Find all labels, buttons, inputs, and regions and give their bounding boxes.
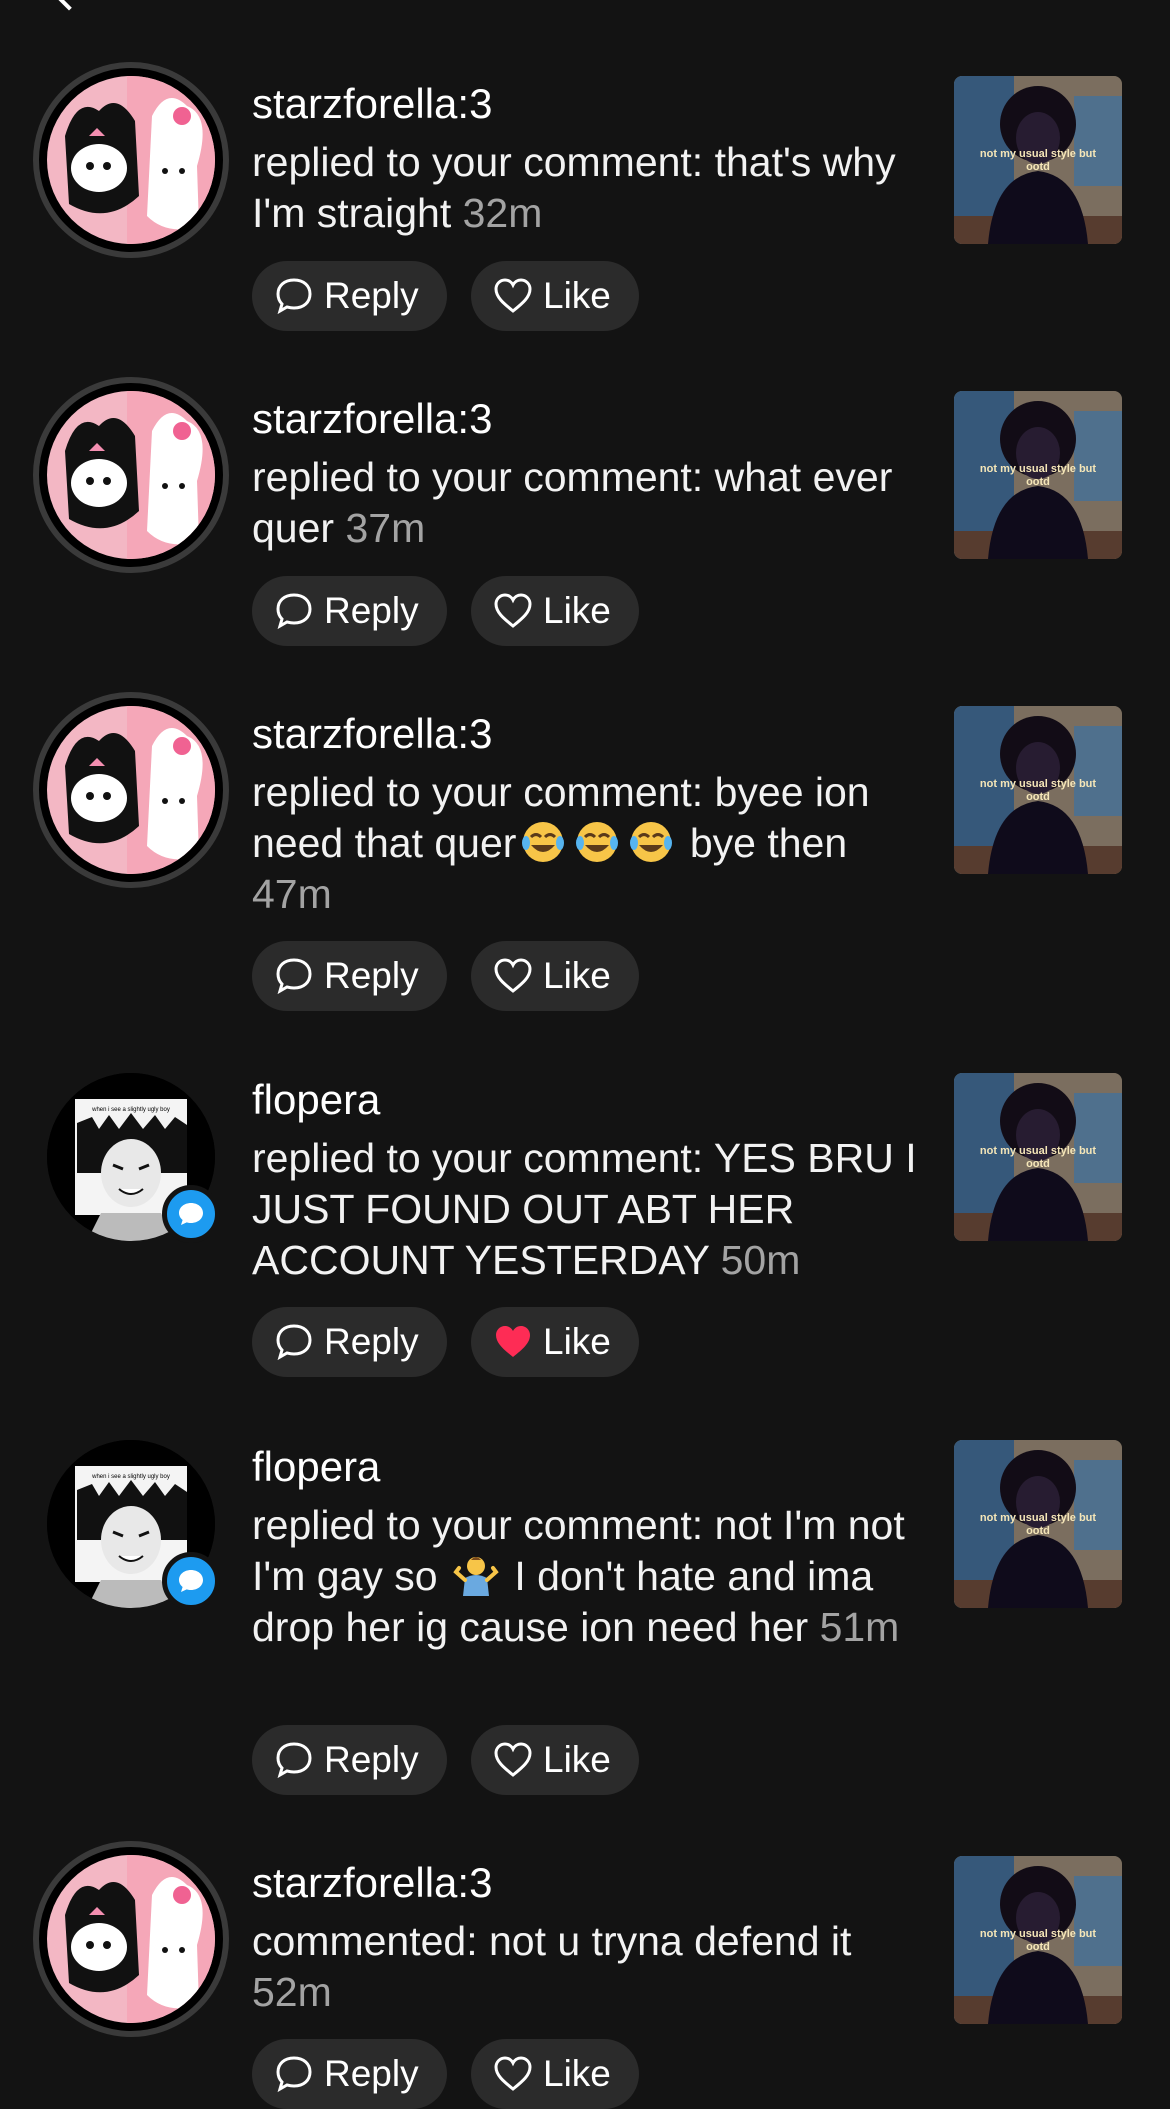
message-text: replied to your comment: that's why I'm … — [252, 139, 896, 236]
caption-line: not my usual style but — [979, 1145, 1097, 1157]
reply-label: Reply — [324, 2053, 419, 2094]
heart-outline-icon — [494, 278, 532, 313]
video-thumbnail[interactable]: not my usual style but ootd — [954, 706, 1122, 874]
message-badge-icon — [162, 1185, 220, 1243]
like-label: Like — [543, 590, 611, 631]
speech-bubble-icon — [276, 2056, 312, 2093]
reply-label: Reply — [324, 275, 419, 316]
timestamp: 50m — [720, 1237, 801, 1283]
caption-line: ootd — [1026, 476, 1050, 488]
like-label: Like — [543, 1739, 611, 1780]
reply-button[interactable]: Reply — [252, 1307, 447, 1377]
message-text: replied to your comment: YES BRU I JUST … — [252, 1135, 917, 1283]
reply-label: Reply — [324, 955, 419, 996]
timestamp: 32m — [462, 190, 543, 236]
speech-bubble-icon — [276, 1742, 312, 1779]
like-button[interactable]: Like — [471, 2039, 639, 2109]
reply-label: Reply — [324, 1739, 419, 1780]
like-label: Like — [543, 955, 611, 996]
username[interactable]: flopera — [252, 1076, 380, 1124]
person-shrugging-emoji-icon — [453, 1557, 499, 1596]
caption-line: ootd — [1026, 1941, 1050, 1953]
thumbnail-caption: not my usual style but ootd — [954, 463, 1122, 489]
message-badge-icon — [162, 1552, 220, 1610]
like-button[interactable]: Like — [471, 576, 639, 646]
notification-message: replied to your comment: that's why I'm … — [252, 137, 922, 239]
like-label: Like — [543, 2053, 611, 2094]
user-avatar[interactable] — [33, 62, 229, 258]
video-thumbnail[interactable]: not my usual style but ootd — [954, 1073, 1122, 1241]
caption-line: not my usual style but — [979, 1928, 1097, 1940]
thumbnail-caption: not my usual style but ootd — [954, 778, 1122, 804]
reply-button[interactable]: Reply — [252, 576, 447, 646]
caption-line: ootd — [1026, 791, 1050, 803]
video-thumbnail[interactable]: not my usual style but ootd — [954, 1440, 1122, 1608]
like-button[interactable]: Like — [471, 1725, 639, 1795]
caption-line: not my usual style but — [979, 1512, 1097, 1524]
timestamp: 47m — [252, 871, 332, 917]
thumbnail-caption: not my usual style but ootd — [954, 1145, 1122, 1171]
caption-line: ootd — [1026, 1525, 1050, 1537]
caption-line: ootd — [1026, 161, 1050, 173]
avatar-caption: when i see a slightly ugly boy — [91, 1107, 170, 1113]
like-label: Like — [543, 275, 611, 316]
timestamp: 51m — [819, 1604, 900, 1650]
tears-of-joy-emoji-icon — [522, 822, 565, 862]
like-button[interactable]: Like — [471, 1307, 639, 1377]
caption-line: not my usual style but — [979, 148, 1097, 160]
username[interactable]: flopera — [252, 1443, 380, 1491]
like-button[interactable]: Like — [471, 941, 639, 1011]
video-thumbnail[interactable]: not my usual style but ootd — [954, 1856, 1122, 2024]
reply-button[interactable]: Reply — [252, 1725, 447, 1795]
user-avatar[interactable] — [33, 692, 229, 888]
like-label: Like — [543, 1321, 611, 1362]
reply-label: Reply — [324, 1321, 419, 1362]
like-button[interactable]: Like — [471, 261, 639, 331]
notification-message: replied to your comment: what ever quer … — [252, 452, 922, 554]
reply-button[interactable]: Reply — [252, 261, 447, 331]
user-avatar[interactable] — [33, 1841, 229, 2037]
heart-outline-icon — [494, 1742, 532, 1777]
user-avatar[interactable] — [33, 377, 229, 573]
avatar-caption: when i see a slightly ugly boy — [91, 1474, 170, 1480]
caption-line: not my usual style but — [979, 778, 1097, 790]
timestamp: 37m — [345, 505, 426, 551]
reply-label: Reply — [324, 590, 419, 631]
username[interactable]: starzforella:3 — [252, 1859, 492, 1907]
tears-of-joy-emoji-icon — [630, 822, 673, 862]
speech-bubble-icon — [276, 278, 312, 315]
video-thumbnail[interactable]: not my usual style but ootd — [954, 76, 1122, 244]
speech-bubble-icon — [276, 1324, 312, 1361]
heart-filled-icon — [496, 1326, 530, 1357]
username[interactable]: starzforella:3 — [252, 395, 492, 443]
notification-message: replied to your comment: byee ion need t… — [252, 767, 922, 920]
message-text: commented: not u tryna defend it — [252, 1918, 852, 1964]
message-text: bye then — [678, 820, 848, 866]
notification-message: replied to your comment: not I'm not I'm… — [252, 1500, 922, 1653]
notification-message: commented: not u tryna defend it 52m — [252, 1916, 922, 2018]
heart-outline-icon — [494, 958, 532, 993]
caption-line: not my usual style but — [979, 463, 1097, 475]
caption-line: ootd — [1026, 1158, 1050, 1170]
username[interactable]: starzforella:3 — [252, 80, 492, 128]
notification-message: replied to your comment: YES BRU I JUST … — [252, 1133, 922, 1286]
username[interactable]: starzforella:3 — [252, 710, 492, 758]
speech-bubble-icon — [276, 958, 312, 995]
speech-bubble-icon — [276, 593, 312, 630]
heart-outline-icon — [494, 2056, 532, 2091]
video-thumbnail[interactable]: not my usual style but ootd — [954, 391, 1122, 559]
thumbnail-caption: not my usual style but ootd — [954, 148, 1122, 174]
reply-button[interactable]: Reply — [252, 941, 447, 1011]
reply-button[interactable]: Reply — [252, 2039, 447, 2109]
tears-of-joy-emoji-icon — [576, 822, 619, 862]
timestamp: 52m — [252, 1969, 332, 2015]
thumbnail-caption: not my usual style but ootd — [954, 1928, 1122, 1954]
back-chevron-icon[interactable] — [53, 0, 85, 11]
thumbnail-caption: not my usual style but ootd — [954, 1512, 1122, 1538]
heart-outline-icon — [494, 593, 532, 628]
